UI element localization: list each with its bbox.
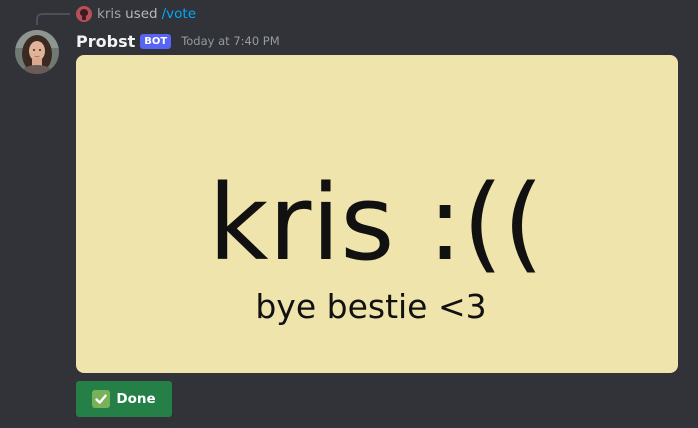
check-mark-icon bbox=[92, 390, 111, 408]
attached-image[interactable]: kris :(( bye bestie <3 bbox=[76, 55, 678, 373]
chat-message: kris used /vote Probst BOT Today at 7:40… bbox=[0, 0, 698, 428]
command-name-link[interactable]: /vote bbox=[162, 6, 196, 22]
image-canvas: kris :(( bye bestie <3 bbox=[208, 162, 543, 326]
command-user-name[interactable]: kris bbox=[97, 6, 121, 22]
reply-connector bbox=[36, 13, 70, 25]
image-title: kris :(( bbox=[208, 162, 543, 284]
user-avatar-icon[interactable] bbox=[76, 6, 92, 22]
command-usage-line: kris used /vote bbox=[76, 5, 196, 23]
author-avatar[interactable] bbox=[15, 30, 59, 74]
message-header: Probst BOT Today at 7:40 PM bbox=[76, 30, 280, 52]
command-used-text: used bbox=[125, 6, 158, 22]
message-timestamp[interactable]: Today at 7:40 PM bbox=[181, 34, 279, 48]
author-avatar-image bbox=[15, 30, 59, 74]
bot-badge: BOT bbox=[140, 33, 172, 49]
image-subtitle: bye bestie <3 bbox=[255, 287, 486, 326]
done-button[interactable]: Done bbox=[76, 381, 172, 417]
author-name[interactable]: Probst bbox=[76, 32, 135, 51]
done-button-label: Done bbox=[116, 391, 156, 407]
